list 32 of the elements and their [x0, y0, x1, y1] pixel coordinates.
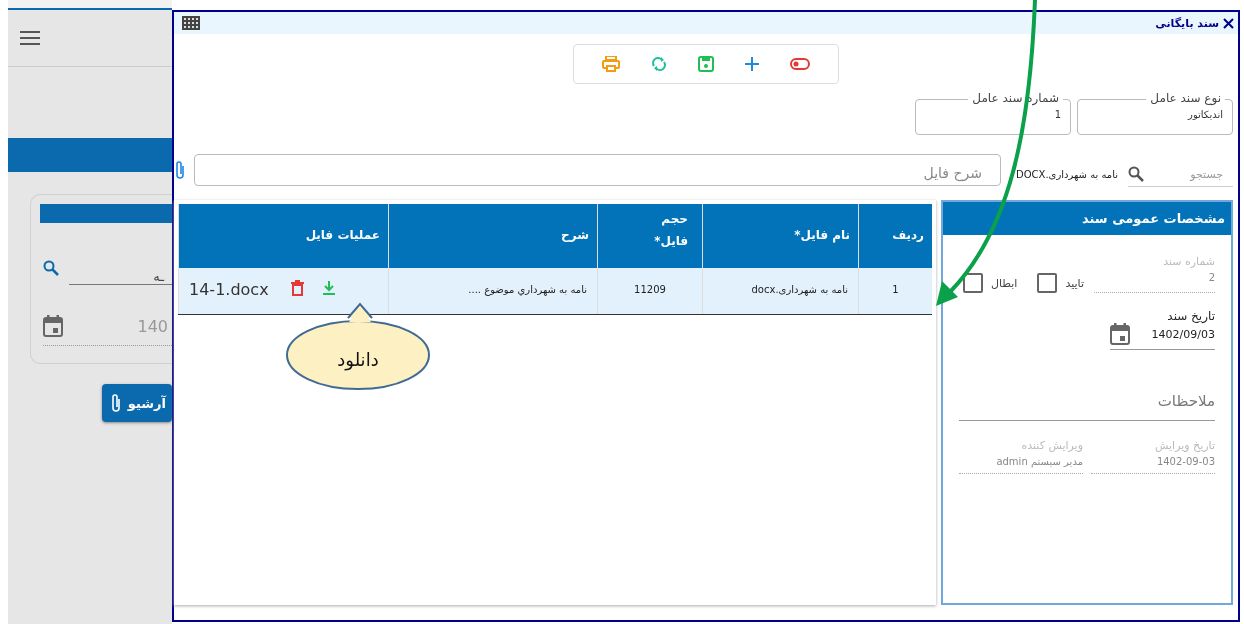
checkbox[interactable] — [962, 273, 983, 293]
paperclip-icon[interactable] — [174, 159, 186, 180]
archive-button[interactable]: آرشیو — [102, 384, 172, 422]
add-icon[interactable] — [745, 57, 760, 71]
table-cell: نامه به شهرداری.docx — [702, 268, 858, 314]
table-cell: 11209 — [597, 268, 702, 314]
table-cell: 1 — [858, 268, 932, 314]
trash-icon[interactable] — [291, 280, 304, 296]
description-field[interactable]: شرح فایل — [194, 153, 1001, 186]
table-cell: نامه به شهرداري موضوع .... — [388, 268, 597, 314]
calendar-icon[interactable] — [43, 315, 63, 337]
checkbox-label: تایید — [1065, 276, 1084, 290]
calendar-icon[interactable] — [1110, 323, 1130, 345]
panel-title: مشخصات عمومی سند — [943, 202, 1231, 235]
file-name[interactable]: 14-1.docx — [189, 280, 269, 299]
close-icon[interactable] — [1223, 17, 1234, 29]
checkbox[interactable] — [1037, 273, 1058, 293]
date-value: 140 — [137, 316, 169, 336]
search-icon[interactable] — [43, 260, 59, 276]
file-name: نامه به شهرداری.DOCX — [1015, 169, 1118, 180]
outlined-field[interactable]: نوع سند عامل اندیکاتور — [1077, 90, 1233, 135]
toggle-icon[interactable] — [790, 58, 811, 70]
editor-field: ویرایش کننده مدیر سیستم admin — [959, 439, 1083, 474]
search-icon[interactable] — [1128, 166, 1144, 182]
save-icon[interactable] — [698, 56, 715, 72]
checkbox-label: ابطال — [990, 276, 1018, 290]
notes-field[interactable]: ملاحظات — [959, 392, 1215, 421]
menu-icon[interactable] — [20, 31, 40, 45]
callout: دانلود — [286, 302, 430, 390]
paperclip-icon[interactable] — [109, 393, 122, 413]
window-title: سند بایگانی — [1155, 16, 1219, 30]
grid-icon[interactable] — [182, 16, 200, 30]
